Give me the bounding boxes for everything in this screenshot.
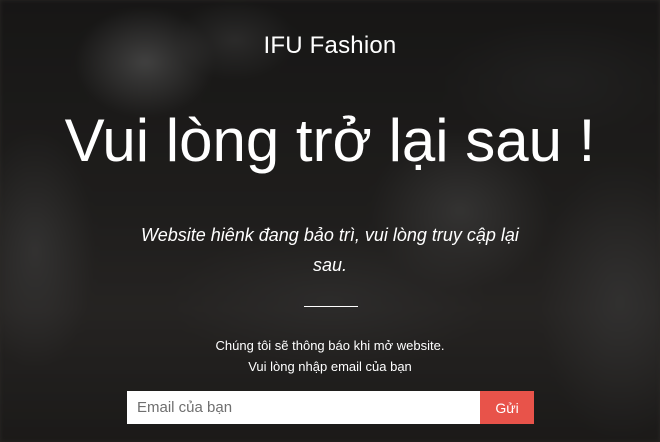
submit-button[interactable]: Gửi (480, 391, 534, 424)
divider (304, 306, 358, 307)
maintenance-page: IFU Fashion Vui lòng trở lại sau ! Websi… (0, 0, 660, 442)
notify-line-1: Chúng tôi sẽ thông báo khi mở website. (215, 338, 445, 353)
brand-name: IFU Fashion (263, 32, 397, 59)
maintenance-message: Website hiênk đang bảo trì, vui lòng tru… (141, 225, 519, 275)
notify-text: Chúng tôi sẽ thông báo khi mở website. V… (0, 335, 660, 377)
page-title: Vui lòng trở lại sau ! (64, 107, 596, 174)
email-input[interactable] (127, 391, 480, 424)
subscribe-form: Gửi (127, 391, 534, 424)
notify-line-2: Vui lòng nhập email của bạn (248, 359, 412, 374)
